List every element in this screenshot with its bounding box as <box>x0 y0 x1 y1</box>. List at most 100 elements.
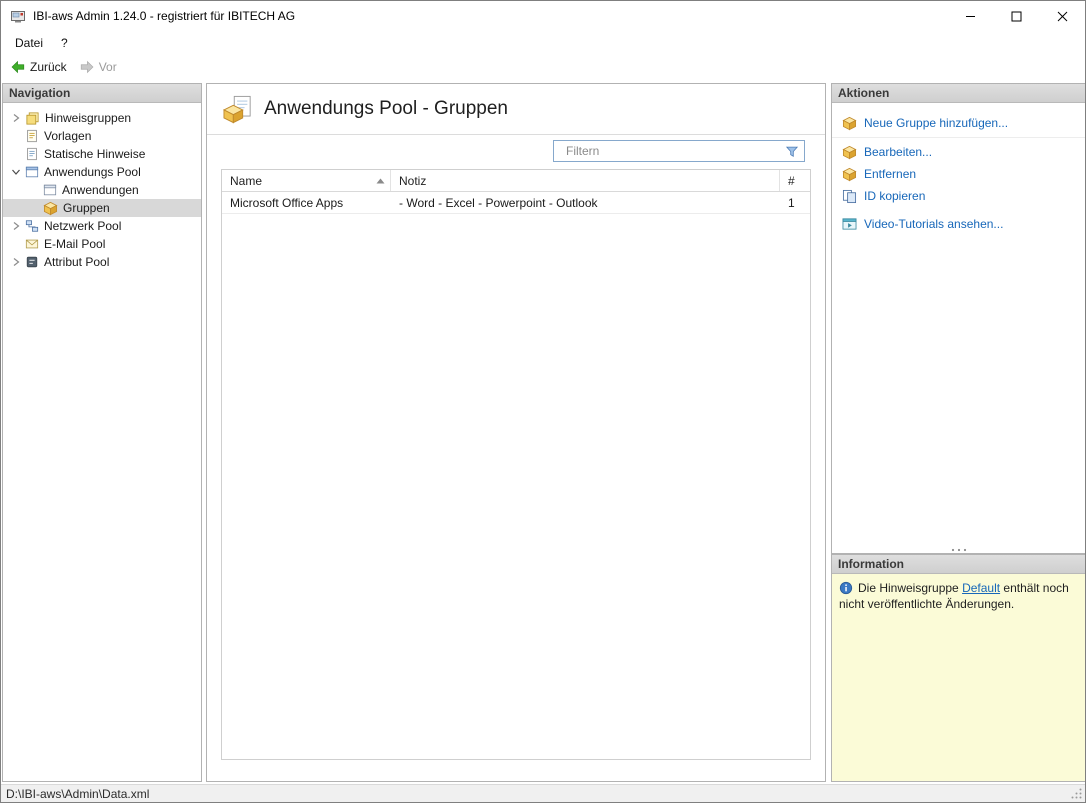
cell-notiz: - Word - Excel - Powerpoint - Outlook <box>391 196 780 210</box>
hint-group-icon <box>25 111 40 126</box>
nav-item-gruppen[interactable]: Gruppen <box>3 199 201 217</box>
chevron-right-icon[interactable] <box>7 111 25 125</box>
back-arrow-icon <box>10 60 26 74</box>
nav-item-attribut-pool[interactable]: Attribut Pool <box>3 253 201 271</box>
static-note-icon <box>25 147 39 161</box>
forward-arrow-icon <box>79 60 95 74</box>
nav-item-hinweisgruppen[interactable]: Hinweisgruppen <box>3 109 201 127</box>
column-name-label: Name <box>230 174 262 188</box>
information-panel: Information Die Hinweisgruppe Default en… <box>831 554 1086 782</box>
template-icon <box>25 129 39 143</box>
menubar: Datei ? <box>1 31 1085 55</box>
statusbar-path: D:\IBI-aws\Admin\Data.xml <box>6 787 149 801</box>
nav-item-label: Anwendungs Pool <box>44 165 141 179</box>
statusbar: D:\IBI-aws\Admin\Data.xml <box>1 784 1085 802</box>
action-separator <box>832 137 1085 138</box>
add-group-action[interactable]: Neue Gruppe hinzufügen... <box>832 112 1085 134</box>
nav-item-netzwerk-pool[interactable]: Netzwerk Pool <box>3 217 201 235</box>
attribute-icon <box>25 255 39 269</box>
filter-box <box>553 140 805 162</box>
filter-input[interactable] <box>554 141 785 161</box>
copy-icon <box>842 189 857 204</box>
navigation-header-label: Navigation <box>9 86 70 100</box>
nav-item-anwendungs-pool[interactable]: Anwendungs Pool <box>3 163 201 181</box>
close-button[interactable] <box>1039 1 1085 31</box>
table-header: Name Notiz # <box>222 170 810 192</box>
menu-help-label: ? <box>61 36 68 50</box>
video-tutorials-label: Video-Tutorials ansehen... <box>864 217 1003 231</box>
resize-grip-icon[interactable] <box>1070 787 1083 800</box>
forward-button[interactable]: Vor <box>75 58 123 76</box>
video-icon <box>842 217 857 231</box>
content-panel: Anwendungs Pool - Gruppen Name Notiz <box>206 83 826 782</box>
edit-group-icon <box>842 145 857 160</box>
window-title: IBI-aws Admin 1.24.0 - registriert für I… <box>33 9 295 23</box>
back-button[interactable]: Zurück <box>6 58 73 76</box>
nav-item-statische-hinweise[interactable]: Statische Hinweise <box>3 145 201 163</box>
actions-panel-header: Aktionen <box>832 84 1085 103</box>
navigation-panel-header: Navigation <box>3 84 201 103</box>
chevron-right-icon[interactable] <box>7 219 25 233</box>
edit-group-label: Bearbeiten... <box>864 145 932 159</box>
maximize-button[interactable] <box>993 1 1039 31</box>
remove-group-action[interactable]: Entfernen <box>832 163 1085 185</box>
add-group-label: Neue Gruppe hinzufügen... <box>864 116 1008 130</box>
nav-item-vorlagen[interactable]: Vorlagen <box>3 127 201 145</box>
column-header-notiz[interactable]: Notiz <box>391 170 780 191</box>
copy-id-label: ID kopieren <box>864 189 925 203</box>
action-list: Neue Gruppe hinzufügen... Bearbeiten... <box>832 103 1085 235</box>
nav-item-label: Gruppen <box>63 201 110 215</box>
column-header-name[interactable]: Name <box>222 170 391 191</box>
nav-item-label: E-Mail Pool <box>44 237 105 251</box>
groups-list: Name Notiz # Microsoft Office Apps - Wor… <box>221 169 811 760</box>
nav-item-label: Hinweisgruppen <box>45 111 131 125</box>
window-controls <box>947 1 1085 31</box>
filter-funnel-icon[interactable] <box>785 145 799 158</box>
navigation-tree: Hinweisgruppen Vorlagen <box>3 103 201 271</box>
email-icon <box>25 237 39 251</box>
back-button-label: Zurück <box>30 60 67 74</box>
column-count-label: # <box>788 174 795 188</box>
info-text-before: Die Hinweisgruppe <box>858 581 962 595</box>
toolbar: Zurück Vor <box>1 55 1085 79</box>
forward-button-label: Vor <box>99 60 117 74</box>
minimize-button[interactable] <box>947 1 993 31</box>
actions-header-label: Aktionen <box>838 86 889 100</box>
nav-item-label: Vorlagen <box>44 129 91 143</box>
video-tutorials-action[interactable]: Video-Tutorials ansehen... <box>832 213 1085 235</box>
cell-name: Microsoft Office Apps <box>222 196 391 210</box>
table-row[interactable]: Microsoft Office Apps - Word - Excel - P… <box>222 192 810 214</box>
information-body: Die Hinweisgruppe Default enthält noch n… <box>832 574 1085 781</box>
default-group-link[interactable]: Default <box>962 581 1000 595</box>
nav-item-anwendungen[interactable]: Anwendungen <box>3 181 201 199</box>
info-icon <box>839 581 853 595</box>
group-cube-icon <box>43 201 58 216</box>
copy-id-action[interactable]: ID kopieren <box>832 185 1085 207</box>
chevron-down-icon[interactable] <box>7 165 25 179</box>
network-icon <box>25 219 39 233</box>
menu-datei[interactable]: Datei <box>6 31 52 55</box>
application-window-icon <box>43 183 57 197</box>
nav-item-label: Attribut Pool <box>44 255 109 269</box>
menu-datei-label: Datei <box>15 36 43 50</box>
column-notiz-label: Notiz <box>399 174 426 188</box>
titlebar: IBI-aws Admin 1.24.0 - registriert für I… <box>1 1 1085 31</box>
remove-group-label: Entfernen <box>864 167 916 181</box>
app-icon <box>10 8 26 24</box>
nav-item-label: Netzwerk Pool <box>44 219 121 233</box>
menu-help[interactable]: ? <box>52 31 77 55</box>
actions-panel: Aktionen Neue Gruppe hinzufügen... <box>831 83 1086 554</box>
navigation-panel: Navigation Hinweisgruppen <box>2 83 202 782</box>
add-group-icon <box>842 116 857 131</box>
column-header-count[interactable]: # <box>780 170 810 191</box>
chevron-right-icon[interactable] <box>7 255 25 269</box>
edit-group-action[interactable]: Bearbeiten... <box>832 141 1085 163</box>
information-panel-header: Information <box>832 555 1085 574</box>
nav-item-label: Statische Hinweise <box>44 147 145 161</box>
nav-item-email-pool[interactable]: E-Mail Pool <box>3 235 201 253</box>
app-window: IBI-aws Admin 1.24.0 - registriert für I… <box>0 0 1086 803</box>
panel-splitter-grip[interactable] <box>949 548 969 552</box>
remove-group-icon <box>842 167 857 182</box>
page-title: Anwendungs Pool - Gruppen <box>264 98 508 120</box>
applications-icon <box>25 165 39 179</box>
